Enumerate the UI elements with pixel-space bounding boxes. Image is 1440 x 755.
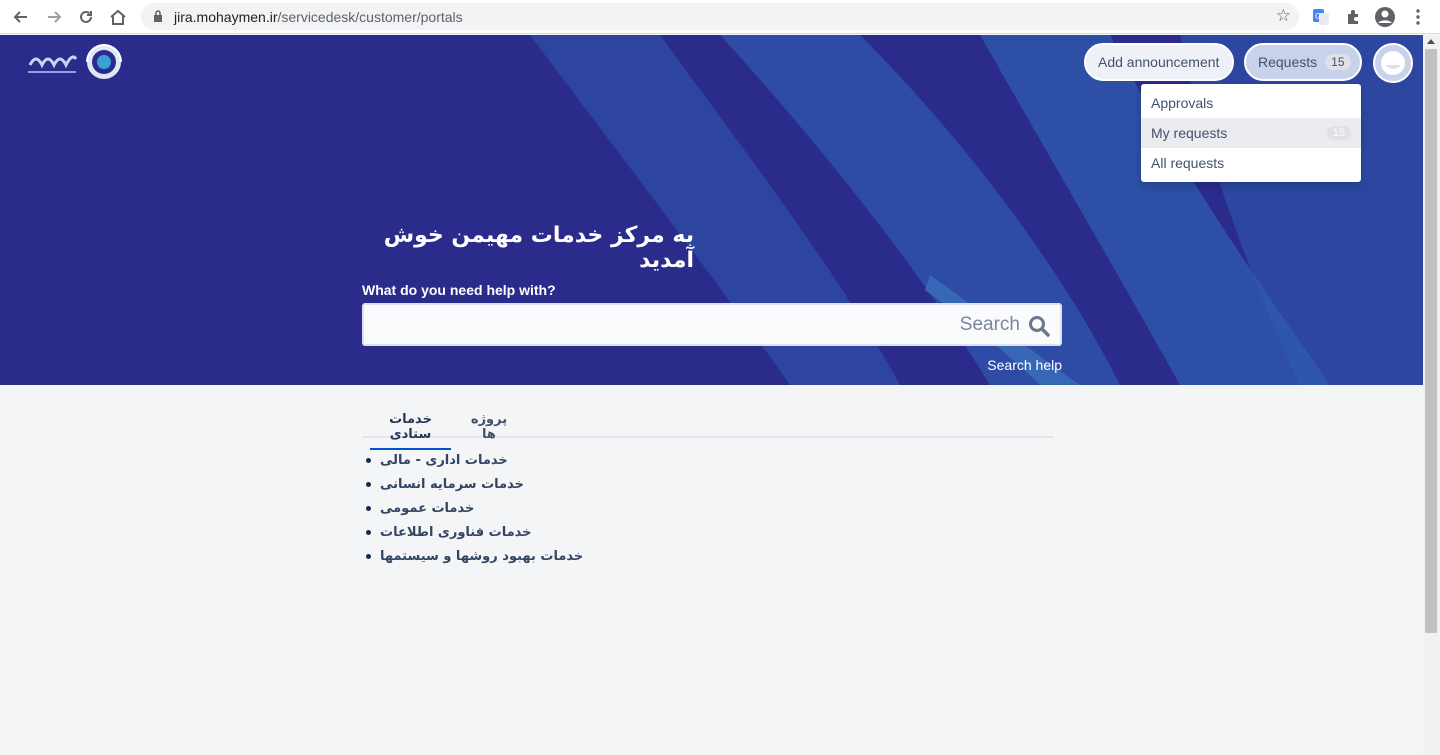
forward-icon[interactable]: [42, 5, 66, 29]
scroll-thumb[interactable]: [1425, 49, 1437, 633]
service-link[interactable]: خدمات اداری - مالی: [380, 453, 508, 468]
search-help-link[interactable]: Search help: [962, 357, 1062, 373]
dropdown-item-label: Approvals: [1151, 95, 1214, 111]
help-prompt: What do you need help with?: [362, 282, 556, 298]
browser-menu-icon[interactable]: [1407, 6, 1429, 28]
list-item: خدمات سرمایه انسانی: [366, 472, 583, 496]
tab-projects[interactable]: پروژه ها: [466, 412, 512, 442]
welcome-heading: به مرکز خدمات مهیمن خوش آمدید: [383, 223, 694, 273]
url-text: jira.mohaymen.ir/servicedesk/customer/po…: [174, 9, 463, 25]
scroll-up-arrow-icon[interactable]: [1427, 39, 1435, 44]
user-avatar-icon: [1381, 51, 1405, 75]
bookmark-star-icon[interactable]: ☆: [1276, 6, 1291, 26]
add-announcement-label: Add announcement: [1098, 54, 1220, 70]
bullet: [366, 529, 371, 535]
list-item: خدمات اداری - مالی: [366, 448, 583, 472]
service-link[interactable]: خدمات فناوری اطلاعات: [380, 525, 532, 540]
tab-staff-services[interactable]: خدمات ستادی: [370, 412, 451, 450]
profile-icon[interactable]: [1374, 6, 1396, 28]
address-bar[interactable]: jira.mohaymen.ir/servicedesk/customer/po…: [141, 3, 1299, 30]
search-icon: [1029, 316, 1050, 337]
user-avatar[interactable]: [1373, 43, 1413, 83]
search-input[interactable]: Search: [362, 303, 1062, 346]
list-item: خدمات عمومی: [366, 496, 583, 520]
dropdown-item-label: My requests: [1151, 125, 1228, 141]
page-scrollbar[interactable]: [1423, 35, 1440, 755]
bullet: [366, 553, 371, 559]
search-placeholder: Search: [959, 314, 1020, 335]
service-link[interactable]: خدمات بهبود روشها و سیستمها: [380, 549, 583, 564]
service-link[interactable]: خدمات سرمایه انسانی: [380, 477, 524, 492]
dropdown-item-approvals[interactable]: Approvals: [1141, 88, 1361, 118]
add-announcement-button[interactable]: Add announcement: [1084, 43, 1234, 81]
requests-dropdown: Approvals My requests 15 All requests: [1141, 84, 1361, 182]
my-requests-count-badge: 15: [1326, 126, 1351, 140]
requests-button[interactable]: Requests 15: [1244, 43, 1362, 81]
dropdown-item-label: All requests: [1151, 155, 1225, 171]
dropdown-item-all-requests[interactable]: All requests: [1141, 148, 1361, 178]
reload-icon[interactable]: [74, 5, 98, 29]
bullet: [366, 481, 371, 487]
back-icon[interactable]: [9, 5, 33, 29]
list-item: خدمات بهبود روشها و سیستمها: [366, 544, 583, 568]
home-icon[interactable]: [106, 5, 130, 29]
company-logo[interactable]: [24, 43, 124, 81]
browser-toolbar: jira.mohaymen.ir/servicedesk/customer/po…: [0, 0, 1440, 34]
bullet: [366, 505, 371, 511]
services-list: خدمات اداری - مالی خدمات سرمایه انسانی خ…: [366, 448, 583, 568]
dropdown-item-my-requests[interactable]: My requests 15: [1141, 118, 1361, 148]
portal-page: Add announcement Requests 15 به مرکز خدم…: [0, 35, 1423, 755]
lock-icon: [154, 10, 162, 22]
extensions-puzzle-icon[interactable]: [1343, 6, 1365, 28]
bullet: [366, 457, 371, 463]
portal-tabs: خدمات ستادی پروژه ها: [362, 408, 1054, 450]
list-item: خدمات فناوری اطلاعات: [366, 520, 583, 544]
service-link[interactable]: خدمات عمومی: [380, 501, 474, 516]
requests-count-badge: 15: [1325, 54, 1351, 70]
translate-extension-icon[interactable]: G: [1310, 6, 1332, 28]
requests-label: Requests: [1258, 54, 1318, 70]
svg-text:G: G: [1315, 12, 1321, 21]
